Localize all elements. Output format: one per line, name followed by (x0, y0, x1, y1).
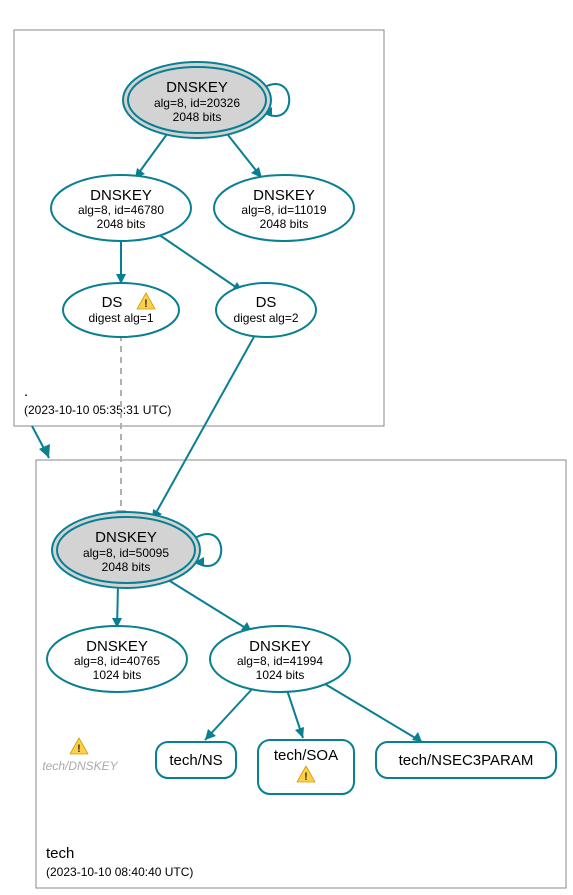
arrow-zone-root-to-tech (39, 444, 50, 458)
node-root-zsk-right: DNSKEY alg=8, id=11019 2048 bits (214, 175, 354, 241)
tech-ksk-sub1: alg=8, id=50095 (83, 546, 169, 560)
edge-zskr-to-nsec3 (325, 684, 422, 742)
zone-ts-tech: (2023-10-10 08:40:40 UTC) (46, 865, 193, 879)
node-tech-ns: tech/NS (156, 742, 236, 778)
node-root-zsk-left: DNSKEY alg=8, id=46780 2048 bits (51, 175, 191, 241)
edge-rootzskl-to-ds2 (155, 232, 243, 292)
node-tech-zsk-right: DNSKEY alg=8, id=41994 1024 bits (210, 626, 350, 692)
node-tech-zsk-left: DNSKEY alg=8, id=40765 1024 bits (47, 626, 187, 692)
edge-ds2-to-techksk (152, 335, 255, 520)
ds1-sub: digest alg=1 (88, 311, 153, 325)
zone-ts-root: (2023-10-10 05:35:31 UTC) (24, 403, 171, 417)
tech-zsk-r-sub2: 1024 bits (256, 668, 305, 682)
root-ksk-sub1: alg=8, id=20326 (154, 96, 240, 110)
dnssec-graph: . (2023-10-10 05:35:31 UTC) tech (2023-1… (0, 0, 573, 895)
ds1-title: DS (102, 294, 123, 311)
root-zsk-l-sub1: alg=8, id=46780 (78, 203, 164, 217)
tech-zsk-l-sub2: 1024 bits (93, 668, 142, 682)
tech-ksk-title: DNSKEY (95, 529, 157, 546)
svg-text:!: ! (77, 743, 81, 755)
tech-dnskey-dim-label: tech/DNSKEY (42, 759, 118, 773)
tech-soa-label: tech/SOA (274, 747, 338, 764)
tech-zsk-l-title: DNSKEY (86, 638, 148, 655)
node-ds1: DS digest alg=1 ! (63, 283, 179, 337)
node-tech-dnskey-dim: ! tech/DNSKEY (42, 738, 118, 773)
edge-techksk-to-zskr (165, 578, 252, 632)
tech-nsec3-label: tech/NSEC3PARAM (399, 752, 534, 769)
node-ds2: DS digest alg=2 (216, 283, 316, 337)
node-root-ksk: DNSKEY alg=8, id=20326 2048 bits (123, 62, 271, 138)
zone-label-root: . (24, 383, 28, 400)
zone-label-tech: tech (46, 845, 74, 862)
ds2-title: DS (256, 294, 277, 311)
arrow-zskr-to-soa (295, 727, 304, 738)
warning-icon: ! (70, 738, 88, 755)
tech-ksk-sub2: 2048 bits (102, 560, 151, 574)
root-zsk-r-sub1: alg=8, id=11019 (241, 203, 327, 217)
tech-zsk-r-sub1: alg=8, id=41994 (237, 654, 323, 668)
node-tech-nsec3param: tech/NSEC3PARAM (376, 742, 556, 778)
svg-text:!: ! (304, 771, 308, 783)
node-tech-soa: tech/SOA ! (258, 740, 354, 794)
root-ksk-title: DNSKEY (166, 79, 228, 96)
root-ksk-sub2: 2048 bits (173, 110, 222, 124)
edge-zskr-to-ns (205, 688, 253, 740)
root-zsk-l-title: DNSKEY (90, 187, 152, 204)
root-zsk-r-sub2: 2048 bits (260, 217, 309, 231)
node-tech-ksk: DNSKEY alg=8, id=50095 2048 bits (52, 512, 200, 588)
root-zsk-l-sub2: 2048 bits (97, 217, 146, 231)
tech-zsk-l-sub1: alg=8, id=40765 (74, 654, 160, 668)
tech-zsk-r-title: DNSKEY (249, 638, 311, 655)
root-zsk-r-title: DNSKEY (253, 187, 315, 204)
tech-ns-label: tech/NS (169, 752, 222, 769)
svg-text:!: ! (144, 298, 148, 310)
ds2-sub: digest alg=2 (233, 311, 298, 325)
